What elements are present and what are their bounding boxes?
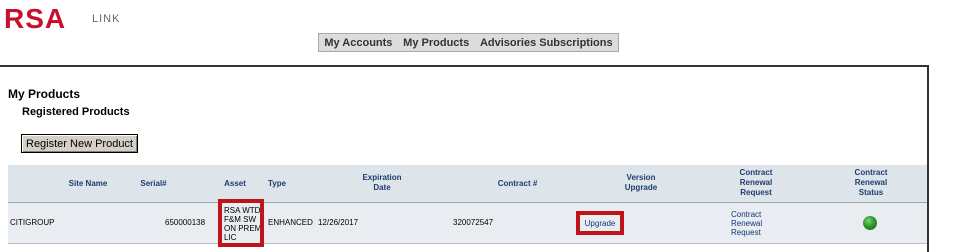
section-subtitle: Registered Products bbox=[22, 106, 130, 118]
col-serial: Serial# bbox=[140, 179, 167, 188]
logo-brand: RSA bbox=[4, 3, 67, 34]
green-status-icon bbox=[863, 216, 877, 230]
col-type: Type bbox=[267, 179, 287, 188]
nav-advisories-subscriptions[interactable]: Advisories Subscriptions bbox=[480, 37, 613, 49]
cell-contract: 320072547 bbox=[453, 218, 494, 227]
upgrade-highlight-box: Upgrade bbox=[576, 211, 624, 235]
col-contract-renewal-request: Contract Renewal Request bbox=[739, 168, 773, 197]
cell-expiration: 12/26/2017 bbox=[318, 218, 359, 227]
top-nav: My Accounts My Products Advisories Subsc… bbox=[318, 33, 619, 52]
nav-my-accounts[interactable]: My Accounts bbox=[324, 37, 392, 49]
table-row: CITIGROUP 650000138 RSA WTD F&M SW ON PR… bbox=[8, 203, 927, 244]
logo-sub: LINK bbox=[92, 13, 121, 25]
upgrade-link[interactable]: Upgrade bbox=[585, 219, 616, 228]
right-divider bbox=[927, 65, 929, 252]
page-title: My Products bbox=[8, 87, 81, 101]
renewal-request-link-text[interactable]: Contract Renewal Request bbox=[731, 210, 762, 237]
nav-my-products[interactable]: My Products bbox=[403, 37, 469, 49]
col-contract-renewal-status: Contract Renewal Status bbox=[854, 168, 888, 197]
contract-renewal-request-link[interactable]: Contract Renewal Request bbox=[731, 210, 775, 237]
col-asset: Asset bbox=[224, 179, 246, 188]
col-site-name: Site Name bbox=[68, 179, 108, 188]
cell-type: ENHANCED bbox=[268, 218, 313, 227]
asset-highlight-box bbox=[218, 199, 264, 247]
register-new-product-button[interactable]: Register New Product bbox=[21, 134, 138, 153]
col-expiration-date: Expiration Date bbox=[362, 173, 402, 192]
col-version-upgrade: Version Upgrade bbox=[624, 173, 658, 192]
table-header: Site Name Serial# Asset Type Expiration … bbox=[8, 165, 927, 203]
col-contract: Contract # bbox=[497, 179, 538, 188]
header-divider bbox=[0, 65, 929, 67]
cell-site: CITIGROUP bbox=[10, 218, 55, 227]
cell-serial: 650000138 bbox=[165, 218, 206, 227]
